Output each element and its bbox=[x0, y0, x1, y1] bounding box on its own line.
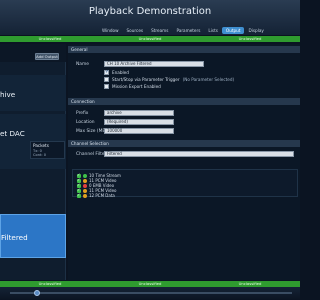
status-dot-icon bbox=[83, 183, 87, 188]
connection-section-header: Connection bbox=[68, 98, 300, 105]
name-label: Name bbox=[76, 62, 89, 67]
status-dot-icon bbox=[83, 188, 87, 193]
packets-header: Packets bbox=[33, 143, 49, 148]
output-list-header: Add Output bbox=[0, 44, 66, 62]
classification-banner-top: Unclassified Unclassified Unclassified bbox=[0, 36, 300, 42]
mission-export-row[interactable]: Mission Export Enabled bbox=[104, 84, 161, 89]
playback-timeline bbox=[0, 287, 300, 300]
tab-window[interactable]: Window bbox=[98, 27, 123, 34]
start-stop-checkbox[interactable] bbox=[104, 77, 109, 82]
main-nav: Window Sources Streams Parameters Lists … bbox=[98, 27, 268, 34]
output-card[interactable]: hive bbox=[0, 75, 66, 111]
start-stop-hint: (No Parameter Selected) bbox=[182, 77, 235, 82]
channel-filter-select[interactable]: Filtered bbox=[104, 151, 294, 157]
status-dot-icon bbox=[83, 173, 87, 178]
classification-label: Unclassified bbox=[38, 36, 62, 41]
enabled-label: Enabled bbox=[112, 70, 129, 75]
prefix-field[interactable]: archive bbox=[104, 110, 174, 116]
output-card-label: et DAC bbox=[0, 129, 25, 138]
channel-selection-section-header: Channel Selection bbox=[68, 140, 300, 147]
status-dot-icon bbox=[83, 178, 87, 183]
channel-label: 12 PCM Data bbox=[89, 193, 115, 198]
add-output-button[interactable]: Add Output bbox=[35, 53, 59, 60]
location-label: Location bbox=[76, 120, 95, 125]
tab-display[interactable]: Display bbox=[244, 27, 267, 34]
tab-output[interactable]: Output bbox=[221, 27, 245, 34]
title-bar: Playback Demonstration Window Sources St… bbox=[0, 0, 300, 36]
max-size-field[interactable]: 100000 bbox=[104, 128, 174, 134]
tab-sources[interactable]: Sources bbox=[123, 27, 148, 34]
output-card-label: Filtered bbox=[1, 233, 28, 242]
tab-streams[interactable]: Streams bbox=[147, 27, 172, 34]
output-card-label: hive bbox=[0, 90, 16, 99]
start-stop-label: Start/Stop via Parameter Trigger bbox=[112, 77, 180, 82]
timeline-track[interactable] bbox=[10, 292, 292, 294]
start-stop-row[interactable]: Start/Stop via Parameter Trigger (No Par… bbox=[104, 77, 234, 82]
status-dot-icon bbox=[83, 193, 87, 198]
output-list-panel: Add Output hive et DAC Packets Tx: 0 Con… bbox=[0, 44, 66, 280]
general-section-header: General bbox=[68, 46, 300, 53]
checkmark-icon[interactable] bbox=[77, 192, 81, 198]
classification-label: Unclassified bbox=[238, 36, 262, 41]
location-field[interactable]: (Required) bbox=[104, 119, 174, 125]
mission-export-checkbox[interactable] bbox=[104, 84, 109, 89]
enabled-checkbox[interactable] bbox=[104, 69, 109, 75]
output-card[interactable]: et DAC Packets Tx: 0 Cont: 0 bbox=[0, 114, 66, 169]
mission-export-label: Mission Export Enabled bbox=[112, 84, 161, 89]
packets-row: Cont: 0 bbox=[33, 153, 47, 157]
output-card-selected[interactable]: Filtered bbox=[0, 214, 66, 258]
channel-filter-label: Channel Filter bbox=[76, 152, 107, 157]
name-field[interactable]: CH 10 Archive Filtered bbox=[104, 61, 204, 67]
app-title: Playback Demonstration bbox=[88, 6, 212, 17]
list-item[interactable]: 12 PCM Data bbox=[77, 192, 115, 198]
packets-box: Packets Tx: 0 Cont: 0 bbox=[30, 141, 65, 159]
max-size-label: Max Size (MB) bbox=[76, 129, 108, 134]
timeline-handle[interactable] bbox=[34, 290, 40, 296]
prefix-label: Prefix bbox=[76, 111, 89, 116]
channel-list: 10 Time Stream 11 PCM Video 0 EMB Video … bbox=[72, 169, 298, 198]
tab-parameters[interactable]: Parameters bbox=[172, 27, 204, 34]
tab-lists[interactable]: Lists bbox=[204, 27, 222, 34]
classification-label: Unclassified bbox=[138, 36, 162, 41]
output-settings-panel: General Name CH 10 Archive Filtered Enab… bbox=[68, 44, 300, 280]
enabled-row[interactable]: Enabled bbox=[104, 69, 129, 75]
